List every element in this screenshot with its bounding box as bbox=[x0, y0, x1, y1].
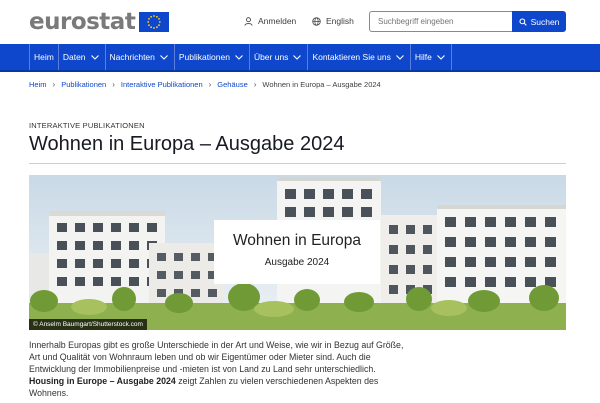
nav-item-heim[interactable]: Heim bbox=[29, 44, 58, 70]
intro-publication-name: Housing in Europe – Ausgabe 2024 bbox=[29, 376, 176, 386]
hero-title: Wohnen in Europa bbox=[232, 232, 362, 249]
globe-icon bbox=[312, 16, 321, 26]
breadcrumb-link-publikationen[interactable]: Publikationen bbox=[61, 80, 106, 89]
image-credit: © Anselm Baumgart/Shutterstock.com bbox=[29, 319, 147, 330]
nav-label: Daten bbox=[62, 52, 86, 62]
nav-item-nachrichten[interactable]: Nachrichten bbox=[104, 44, 174, 70]
hero-subtitle: Ausgabe 2024 bbox=[264, 257, 330, 268]
chevron-right-icon: › bbox=[208, 80, 212, 89]
intro-text: Innerhalb Europas gibt es große Untersch… bbox=[29, 340, 404, 374]
nav-label: Hilfe bbox=[414, 52, 432, 62]
hero-image: Wohnen in Europa Ausgabe 2024 © Anselm B… bbox=[29, 175, 566, 330]
chevron-down-icon bbox=[437, 54, 445, 60]
nav-item-ueber-uns[interactable]: Über uns bbox=[248, 44, 308, 70]
breadcrumb: Heim › Publikationen › Interaktive Publi… bbox=[29, 80, 381, 89]
login-link[interactable]: Anmelden bbox=[244, 16, 296, 26]
chevron-right-icon: › bbox=[253, 80, 257, 89]
chevron-right-icon: › bbox=[112, 80, 115, 89]
search-button-label: Suchen bbox=[530, 16, 560, 27]
chevron-down-icon bbox=[160, 54, 168, 60]
page-eyebrow: INTERAKTIVE PUBLIKATIONEN bbox=[29, 121, 145, 130]
chevron-down-icon bbox=[396, 54, 404, 60]
search-icon bbox=[519, 17, 527, 26]
nav-label: Kontaktieren Sie uns bbox=[312, 52, 391, 62]
chevron-right-icon: › bbox=[52, 80, 56, 89]
nav-item-publikationen[interactable]: Publikationen bbox=[173, 44, 249, 70]
nav-item-daten[interactable]: Daten bbox=[57, 44, 105, 70]
main-navigation: Heim Daten Nachrichten Publikationen Übe… bbox=[0, 44, 600, 72]
language-label: English bbox=[326, 16, 354, 26]
language-selector[interactable]: English bbox=[312, 16, 354, 26]
user-icon bbox=[244, 16, 253, 26]
nav-label: Publikationen bbox=[178, 52, 230, 62]
chevron-down-icon bbox=[235, 54, 243, 60]
chevron-down-icon bbox=[293, 54, 302, 60]
nav-label: Heim bbox=[34, 52, 54, 62]
page-title: Wohnen in Europa – Ausgabe 2024 bbox=[29, 133, 345, 155]
search-button[interactable]: Suchen bbox=[512, 11, 566, 32]
divider bbox=[29, 163, 566, 164]
eu-flag-icon bbox=[139, 12, 170, 32]
nav-label: Über uns bbox=[253, 52, 289, 62]
logo-text: eurostat bbox=[29, 9, 136, 35]
breadcrumb-link-heim[interactable]: Heim bbox=[29, 80, 47, 89]
breadcrumb-link-gehaeuse[interactable]: Gehäuse bbox=[217, 80, 247, 89]
site-header: eurostat Anmelden English Suchen bbox=[0, 0, 600, 44]
intro-paragraph: Innerhalb Europas gibt es große Untersch… bbox=[29, 339, 409, 399]
nav-item-kontakt[interactable]: Kontaktieren Sie uns bbox=[307, 44, 409, 70]
eurostat-logo[interactable]: eurostat bbox=[29, 9, 170, 35]
login-label: Anmelden bbox=[258, 16, 297, 26]
nav-item-hilfe[interactable]: Hilfe bbox=[409, 44, 452, 70]
search-input[interactable] bbox=[369, 11, 513, 32]
breadcrumb-link-interaktive[interactable]: Interaktive Publikationen bbox=[121, 80, 203, 89]
hero-title-card: Wohnen in Europa Ausgabe 2024 bbox=[214, 220, 380, 284]
nav-label: Nachrichten bbox=[109, 52, 155, 62]
breadcrumb-current: Wohnen in Europa – Ausgabe 2024 bbox=[262, 80, 381, 89]
chevron-down-icon bbox=[90, 54, 99, 60]
